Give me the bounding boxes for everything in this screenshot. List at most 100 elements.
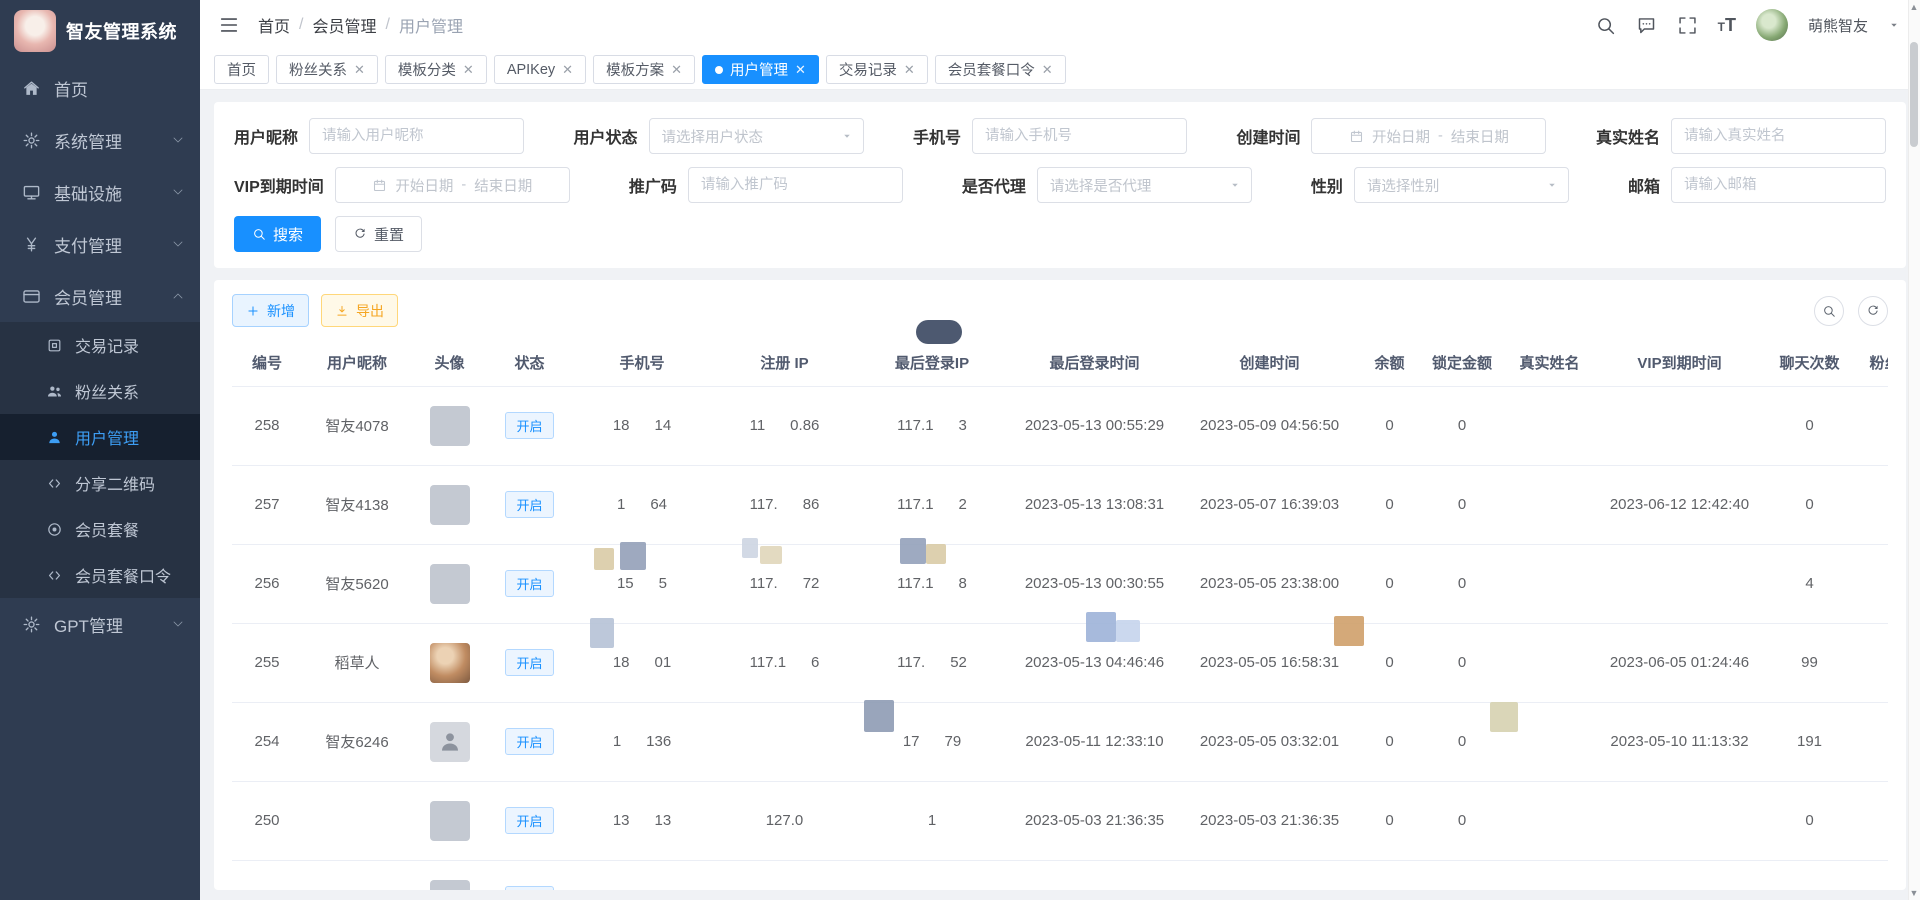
- cell-vip-expire: [1597, 781, 1762, 860]
- filter-daterange[interactable]: 开始日期-结束日期: [1311, 118, 1546, 154]
- cell-id: 249: [232, 860, 302, 890]
- filter-input[interactable]: [1671, 118, 1886, 154]
- cell-nickname: 12: [302, 860, 412, 890]
- page-scrollbar[interactable]: ▲ ▼: [1908, 0, 1920, 900]
- cell-phone: 1 136: [572, 702, 712, 781]
- add-button[interactable]: 新增: [232, 294, 309, 327]
- export-button[interactable]: 导出: [321, 294, 398, 327]
- scroll-up-icon[interactable]: ▲: [1909, 2, 1919, 12]
- tab-active[interactable]: 用户管理✕: [702, 55, 819, 84]
- home-icon: [22, 79, 41, 98]
- scroll-down-icon[interactable]: ▼: [1909, 888, 1919, 898]
- filter-input[interactable]: [972, 118, 1187, 154]
- close-icon[interactable]: ✕: [463, 63, 474, 76]
- tab-item[interactable]: APIKey✕: [494, 55, 586, 84]
- search-icon[interactable]: [1595, 15, 1616, 36]
- reset-button[interactable]: 重置: [335, 216, 422, 252]
- cell-locked: 0: [1422, 623, 1502, 702]
- logo-avatar: [14, 10, 56, 52]
- cell-last-ip: 117.1 3: [857, 386, 1007, 465]
- cell-vip-expire: 2023-06-12 12:42:40: [1597, 465, 1762, 544]
- app-logo: 智友管理系统: [0, 0, 200, 62]
- user-name[interactable]: 萌熊智友: [1808, 15, 1868, 36]
- chevron-down-icon[interactable]: [1888, 19, 1900, 31]
- sidebar-item[interactable]: 系统管理: [0, 114, 200, 166]
- filter-select[interactable]: 请选择是否代理: [1037, 167, 1252, 203]
- sidebar-item[interactable]: 首页: [0, 62, 200, 114]
- close-icon[interactable]: ✕: [795, 63, 806, 76]
- breadcrumb-item[interactable]: 首页: [258, 13, 290, 37]
- filter-select[interactable]: 请选择用户状态: [649, 118, 864, 154]
- sidebar-submenu: 交易记录粉丝关系用户管理分享二维码会员套餐会员套餐口令: [0, 322, 200, 598]
- close-icon[interactable]: ✕: [671, 63, 682, 76]
- cell-status: 开启: [487, 544, 572, 623]
- close-icon[interactable]: ✕: [354, 63, 365, 76]
- scrollbar-thumb[interactable]: [1910, 42, 1918, 147]
- content: 用户昵称用户状态请选择用户状态手机号创建时间开始日期-结束日期真实姓名 VIP到…: [200, 90, 1920, 900]
- column-header: VIP到期时间: [1597, 340, 1762, 386]
- status-badge: 开启: [505, 412, 553, 439]
- filter-input[interactable]: [309, 118, 524, 154]
- cell-nickname: 稻草人: [302, 623, 412, 702]
- tab-label: 会员套餐口令: [948, 59, 1035, 80]
- cell-last-login: 2023-05-03 21:36:35: [1007, 781, 1182, 860]
- filter-daterange[interactable]: 开始日期-结束日期: [335, 167, 570, 203]
- fullscreen-icon[interactable]: [1677, 15, 1698, 36]
- filter-label: 真实姓名: [1596, 124, 1660, 148]
- tab-item[interactable]: 交易记录✕: [826, 55, 928, 84]
- table-search-button[interactable]: [1814, 296, 1844, 326]
- cell-chat-count: 0: [1762, 781, 1857, 860]
- cell-real-name: [1502, 702, 1597, 781]
- cell-last-ip: 117. 52: [857, 623, 1007, 702]
- filter-label: VIP到期时间: [234, 173, 324, 197]
- sidebar-subitem[interactable]: 分享二维码: [0, 460, 200, 506]
- filter-select[interactable]: 请选择性别: [1354, 167, 1569, 203]
- cell-last-ip: 17 79: [857, 702, 1007, 781]
- gear-icon: [22, 131, 41, 150]
- close-icon[interactable]: ✕: [1042, 63, 1053, 76]
- cell-id: 254: [232, 702, 302, 781]
- sidebar-item[interactable]: 基础设施: [0, 166, 200, 218]
- users-icon: [46, 383, 63, 400]
- cell-chat-count: 0: [1762, 860, 1857, 890]
- search-button[interactable]: 搜索: [234, 216, 321, 252]
- tab-item[interactable]: 粉丝关系✕: [276, 55, 378, 84]
- sidebar-subitem[interactable]: 交易记录: [0, 322, 200, 368]
- cell-nickname: 智友5620: [302, 544, 412, 623]
- column-header: 锁定金额: [1422, 340, 1502, 386]
- breadcrumb-item[interactable]: 会员管理: [312, 13, 376, 37]
- message-icon[interactable]: [1636, 15, 1657, 36]
- sidebar-subitem[interactable]: 粉丝关系: [0, 368, 200, 414]
- cell-real-name: [1502, 386, 1597, 465]
- sidebar-item[interactable]: 会员管理: [0, 270, 200, 322]
- sidebar-subitem[interactable]: 用户管理: [0, 414, 200, 460]
- tab-item[interactable]: 首页: [214, 55, 269, 84]
- filter-input[interactable]: [1671, 167, 1886, 203]
- sidebar-subitem[interactable]: 会员套餐口令: [0, 552, 200, 598]
- sidebar-subitem[interactable]: 会员套餐: [0, 506, 200, 552]
- tab-label: 模板方案: [606, 59, 664, 80]
- monitor-icon: [22, 183, 41, 202]
- font-size-icon[interactable]: TT: [1718, 16, 1736, 34]
- table-refresh-button[interactable]: [1858, 296, 1888, 326]
- cell-created: 2023-04-30 08:20:13: [1182, 860, 1357, 890]
- sidebar-collapse-icon[interactable]: [218, 14, 240, 36]
- filter-input[interactable]: [688, 167, 903, 203]
- cell-reg-ip: 127.0: [712, 781, 857, 860]
- sidebar-nav: 首页系统管理基础设施支付管理会员管理交易记录粉丝关系用户管理分享二维码会员套餐会…: [0, 62, 200, 650]
- cell-last-ip: 117.1 8: [857, 544, 1007, 623]
- tab-item[interactable]: 模板分类 ✕: [385, 55, 487, 84]
- sidebar-item[interactable]: GPT管理: [0, 598, 200, 650]
- tab-item[interactable]: 模板方案 ✕: [593, 55, 695, 84]
- status-badge: 开启: [505, 728, 553, 755]
- search-button-label: 搜索: [273, 224, 303, 245]
- tab-label: 模板分类: [398, 59, 456, 80]
- close-icon[interactable]: ✕: [904, 63, 915, 76]
- sidebar-item[interactable]: 支付管理: [0, 218, 200, 270]
- cell-phone: 15 21: [572, 860, 712, 890]
- close-icon[interactable]: ✕: [562, 63, 573, 76]
- cell-real-name: [1502, 544, 1597, 623]
- tab-item[interactable]: 会员套餐口令 ✕: [935, 55, 1066, 84]
- cell-balance: 0: [1357, 623, 1422, 702]
- user-avatar[interactable]: [1756, 9, 1788, 41]
